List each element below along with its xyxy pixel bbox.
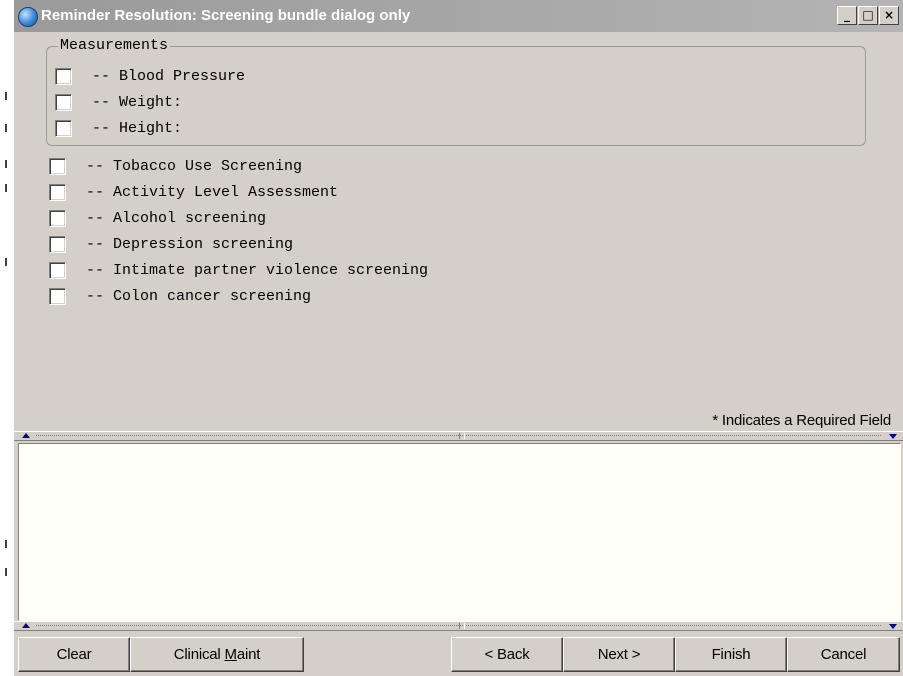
finish-button[interactable]: Finish [675,637,787,672]
back-button[interactable]: < Back [451,637,563,672]
splitter-up-arrow-icon[interactable] [22,433,30,438]
ipv-screening-option[interactable]: -- Intimate partner violence screening [49,260,428,280]
tobacco-screening-option[interactable]: -- Tobacco Use Screening [49,156,302,176]
required-field-note: * Indicates a Required Field [712,412,891,429]
height-option[interactable]: -- Height: [55,118,182,138]
depression-screening-option[interactable]: -- Depression screening [49,234,293,254]
height-checkbox[interactable] [55,119,72,137]
depression-screening-label: -- Depression screening [86,235,294,253]
blood-pressure-checkbox[interactable] [55,67,72,85]
ipv-screening-checkbox[interactable] [49,261,66,279]
splitter-down-arrow-icon[interactable] [889,624,897,629]
close-button[interactable]: × [879,6,899,25]
tobacco-screening-label: -- Tobacco Use Screening [86,157,303,175]
title-bar[interactable]: Reminder Resolution: Screening bundle di… [14,0,903,32]
ipv-screening-label: -- Intimate partner violence screening [86,261,429,279]
alcohol-screening-label: -- Alcohol screening [86,209,267,227]
background-window-edge [0,0,15,676]
background-text-fragment [5,92,7,100]
blood-pressure-option[interactable]: -- Blood Pressure [55,66,245,86]
activity-assessment-checkbox[interactable] [49,183,66,201]
measurements-legend: Measurements [58,37,171,55]
lower-splitter[interactable] [14,621,903,631]
clear-button[interactable]: Clear [18,637,130,672]
background-text-fragment [5,568,7,576]
minimize-button[interactable]: _ [837,6,857,25]
window-title: Reminder Resolution: Screening bundle di… [41,7,411,24]
clinical-maint-label-end: aint [236,646,261,663]
background-text-fragment [5,124,7,132]
splitter-down-arrow-icon[interactable] [889,434,897,439]
height-label: -- Height: [92,119,183,137]
activity-assessment-option[interactable]: -- Activity Level Assessment [49,182,338,202]
upper-splitter[interactable] [14,431,903,441]
next-button[interactable]: Next > [563,637,675,672]
colon-cancer-screening-label: -- Colon cancer screening [86,287,312,305]
depression-screening-checkbox[interactable] [49,235,66,253]
cancel-button[interactable]: Cancel [787,637,900,672]
clinical-maint-button[interactable]: Clinical Maint [130,637,304,672]
reminder-resolution-dialog: Reminder Resolution: Screening bundle di… [14,0,903,676]
alcohol-screening-option[interactable]: -- Alcohol screening [49,208,266,228]
weight-option[interactable]: -- Weight: [55,92,182,112]
alcohol-screening-checkbox[interactable] [49,209,66,227]
tobacco-screening-checkbox[interactable] [49,157,66,175]
colon-cancer-screening-option[interactable]: -- Colon cancer screening [49,286,311,306]
splitter-center-grip [459,433,465,439]
background-text-fragment [5,540,7,548]
progress-note-text-area[interactable] [18,443,901,621]
clinical-maint-label-start: Clinical [173,646,225,663]
app-globe-icon [18,7,38,27]
maximize-button[interactable]: □ [858,6,878,25]
background-text-fragment [5,160,7,168]
background-text-fragment [5,258,7,266]
weight-checkbox[interactable] [55,93,72,111]
background-text-fragment [5,184,7,192]
window-controls: _ □ × [836,6,899,28]
blood-pressure-label: -- Blood Pressure [92,67,246,85]
clinical-maint-accelerator: M [224,646,238,663]
activity-assessment-label: -- Activity Level Assessment [86,183,339,201]
splitter-up-arrow-icon[interactable] [22,623,30,628]
splitter-center-grip [459,623,465,629]
weight-label: -- Weight: [92,93,183,111]
colon-cancer-screening-checkbox[interactable] [49,287,66,305]
